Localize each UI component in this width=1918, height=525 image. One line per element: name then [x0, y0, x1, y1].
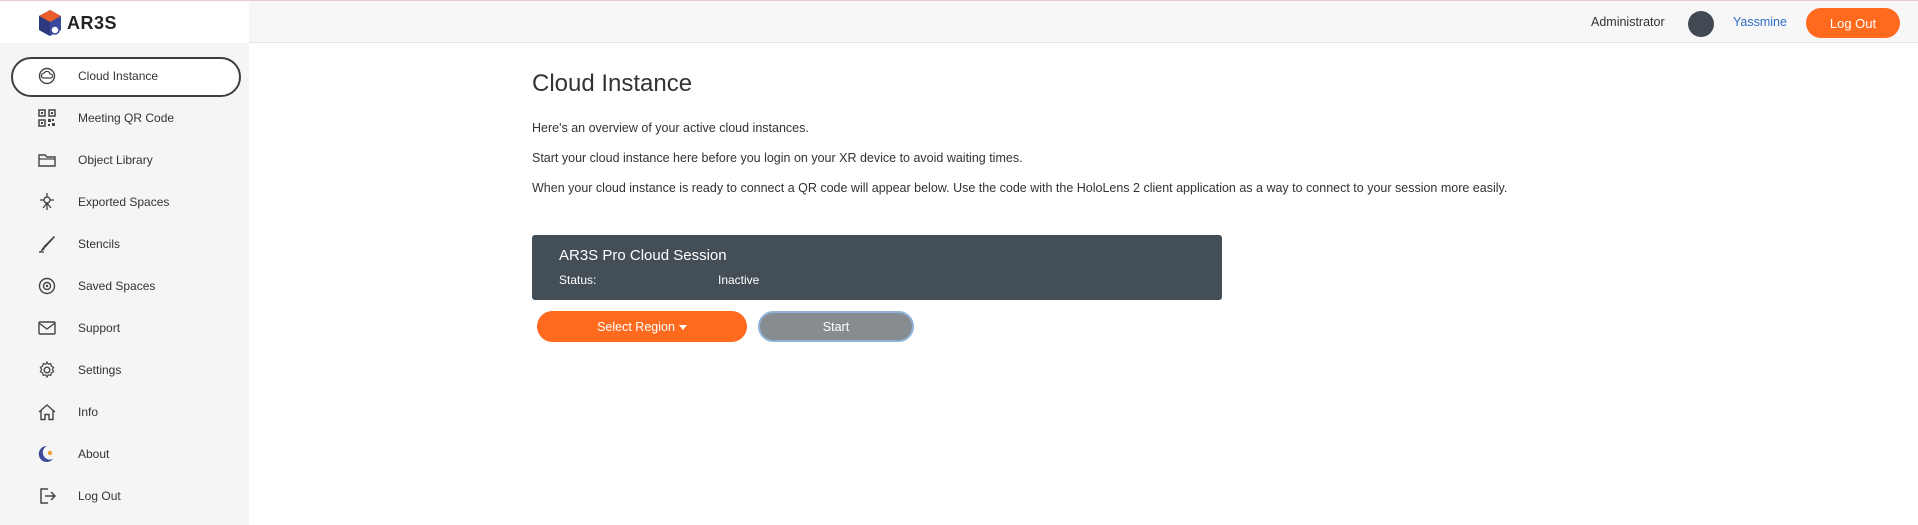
username-link[interactable]: Yassmine [1733, 15, 1787, 29]
intro-text: Here's an overview of your active cloud … [532, 120, 1732, 196]
avatar[interactable] [1688, 11, 1714, 37]
ar3s-logo-icon [39, 10, 61, 36]
top-header: Administrator Yassmine Log Out [249, 1, 1918, 43]
intro-line: Here's an overview of your active cloud … [532, 121, 809, 135]
sidebar-item-label: Meeting QR Code [78, 111, 175, 125]
sidebar-item-exported-spaces[interactable]: Exported Spaces [0, 181, 249, 223]
sidebar-item-meeting-qr-code[interactable]: Meeting QR Code [0, 97, 249, 139]
start-button[interactable]: Start [758, 311, 914, 342]
main-content: Cloud Instance Here's an overview of you… [532, 70, 1732, 342]
status-badge: Inactive [718, 273, 760, 287]
brand-logo[interactable]: AR3S [37, 9, 117, 37]
sidebar-item-support[interactable]: Support [0, 307, 249, 349]
pen-icon [36, 233, 58, 255]
sidebar-item-label: Info [78, 405, 99, 419]
brand-name: AR3S [67, 12, 118, 33]
about-icon [36, 443, 58, 465]
saved-spaces-icon [36, 275, 58, 297]
page-title: Cloud Instance [532, 70, 693, 97]
exported-spaces-icon [36, 191, 58, 213]
folder-icon [36, 149, 58, 171]
gear-icon [36, 359, 58, 381]
status-label: Status: [559, 273, 597, 287]
session-title: AR3S Pro Cloud Session [559, 247, 727, 264]
sidebar-item-label: Saved Spaces [78, 279, 156, 293]
sidebar-item-label: Support [78, 321, 121, 335]
intro-line: Start your cloud instance here before yo… [532, 151, 1023, 165]
sidebar-item-label: Stencils [78, 237, 121, 251]
user-role: Administrator [1591, 15, 1665, 29]
logout-icon [36, 485, 58, 507]
sidebar-item-label: Settings [78, 363, 122, 377]
sidebar-item-label: Object Library [78, 153, 153, 167]
sidebar-item-stencils[interactable]: Stencils [0, 223, 249, 265]
cloud-instance-icon [36, 65, 58, 87]
mail-icon [36, 317, 58, 339]
sidebar-item-object-library[interactable]: Object Library [0, 139, 249, 181]
logo-area: AR3S [0, 1, 249, 43]
select-region-label: Select Region [597, 319, 675, 334]
sidebar-item-saved-spaces[interactable]: Saved Spaces [0, 265, 249, 307]
qr-code-icon [36, 107, 58, 129]
home-icon [36, 401, 58, 423]
sidebar-item-label: About [78, 447, 110, 461]
sidebar-item-cloud-instance[interactable]: Cloud Instance [0, 55, 249, 97]
select-region-button[interactable]: Select Region [537, 311, 747, 342]
sidebar-nav: Cloud Instance Meeting QR Code Object Li… [0, 55, 249, 517]
sidebar: AR3S Cloud Instance Meeting QR Code Obje… [0, 1, 249, 525]
sidebar-item-log-out[interactable]: Log Out [0, 475, 249, 517]
sidebar-item-label: Exported Spaces [78, 195, 170, 209]
intro-line: When your cloud instance is ready to con… [532, 181, 1508, 195]
sidebar-item-label: Log Out [78, 489, 121, 503]
sidebar-item-settings[interactable]: Settings [0, 349, 249, 391]
caret-down-icon [678, 324, 687, 330]
sidebar-item-info[interactable]: Info [0, 391, 249, 433]
sidebar-item-label: Cloud Instance [78, 69, 159, 83]
session-card: AR3S Pro Cloud Session Status: Inactive [532, 235, 1222, 300]
sidebar-item-about[interactable]: About [0, 433, 249, 475]
logout-button[interactable]: Log Out [1806, 8, 1900, 38]
